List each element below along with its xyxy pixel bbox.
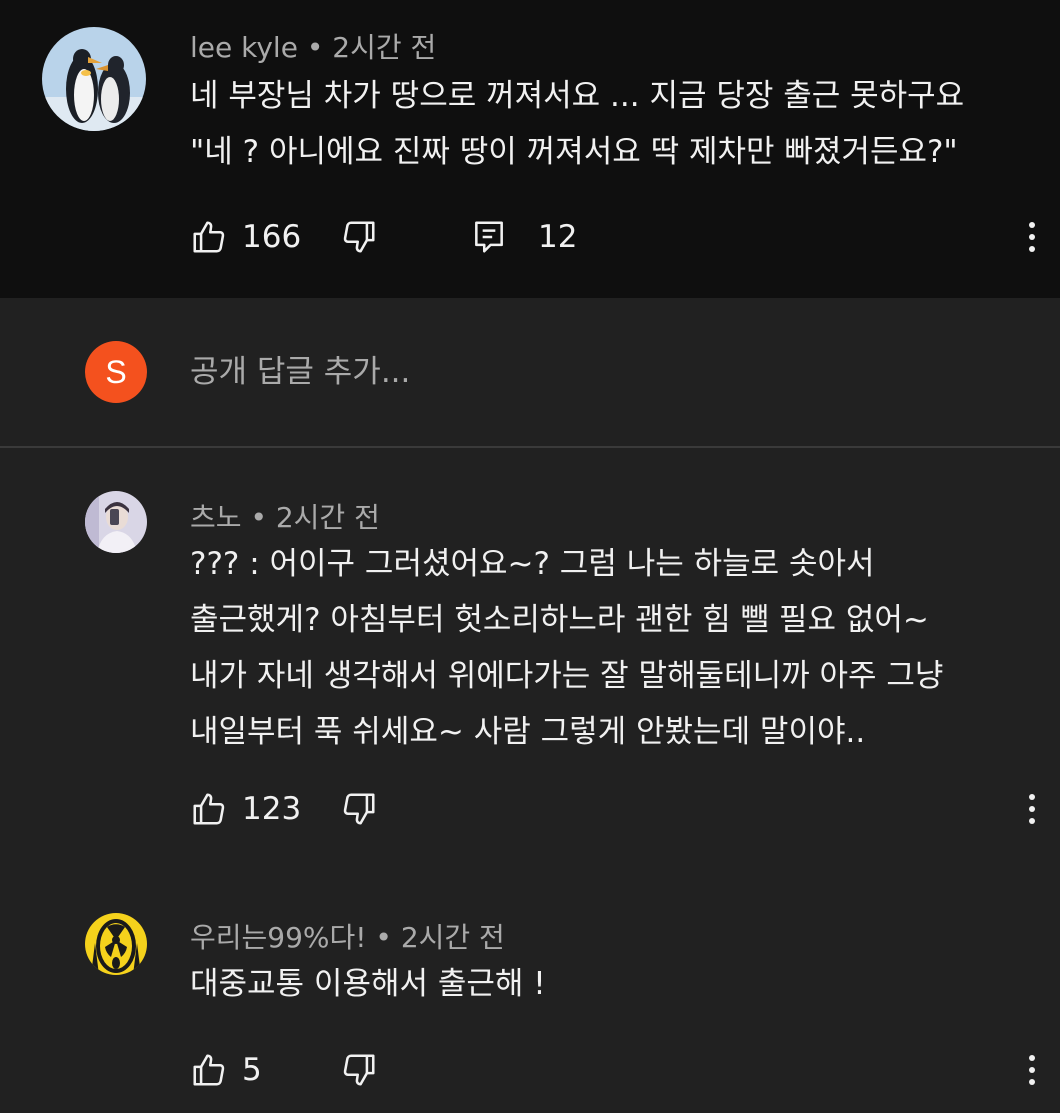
radiation-scream-avatar-icon — [85, 913, 147, 975]
like-button[interactable]: 5 — [190, 1040, 262, 1100]
thumbs-up-icon — [193, 221, 225, 253]
comment-text: 네 부장님 차가 땅으로 꺼져서요 ... 지금 당장 출근 못하구요 "네 ?… — [190, 78, 965, 170]
comment-author[interactable]: 츠노 — [190, 501, 242, 534]
thumbs-up-icon — [193, 793, 225, 825]
replies-button[interactable]: 12 — [470, 207, 577, 267]
top-comment: lee kyle • 2시간 전 네 부장님 차가 땅으로 꺼져서요 ... 지… — [0, 0, 1060, 298]
like-count: 5 — [242, 1052, 262, 1088]
dislike-button[interactable] — [340, 779, 378, 839]
comment-author[interactable]: 우리는99%다! — [190, 921, 367, 954]
add-reply-bar: S 공개 답글 추가... — [0, 298, 1060, 448]
person-selfie-avatar-icon — [85, 491, 147, 553]
comment-actions: 123 — [190, 779, 1040, 839]
like-count: 123 — [242, 791, 302, 827]
more-options-button[interactable] — [1017, 779, 1047, 839]
like-button[interactable]: 166 — [190, 207, 301, 267]
comment-text: ??? : 어이구 그러셨어요~? 그럼 나는 하늘로 솟아서 출근했게? 아침… — [190, 546, 944, 750]
thumbs-down-icon — [343, 1054, 375, 1086]
reply-input[interactable]: 공개 답글 추가... — [190, 346, 410, 391]
reply-count: 12 — [538, 219, 578, 255]
comment-author[interactable]: lee kyle — [190, 31, 298, 64]
comment-meta: lee kyle • 2시간 전 — [190, 26, 436, 66]
penguin-avatar-icon — [42, 27, 146, 131]
like-count: 166 — [242, 219, 302, 255]
comment-avatar[interactable] — [42, 27, 146, 131]
more-options-button[interactable] — [1017, 207, 1047, 267]
user-avatar-letter: S — [105, 353, 127, 390]
thumbs-down-icon — [343, 221, 375, 253]
comment-time: • 2시간 전 — [306, 31, 437, 64]
dislike-button[interactable] — [340, 1040, 378, 1100]
comment-avatar[interactable] — [85, 491, 147, 553]
comment-meta: 츠노 • 2시간 전 — [190, 496, 380, 536]
more-vert-icon — [1029, 222, 1035, 252]
replies-list: 츠노 • 2시간 전 ??? : 어이구 그러셨어요~? 그럼 나는 하늘로 솟… — [0, 448, 1060, 1113]
comment-text: 대중교통 이용해서 출근해 ! — [190, 966, 546, 1002]
comment-meta: 우리는99%다! • 2시간 전 — [190, 916, 505, 956]
comment-icon — [475, 221, 503, 253]
more-vert-icon — [1029, 1055, 1035, 1085]
thumbs-down-icon — [343, 793, 375, 825]
thumbs-up-icon — [193, 1054, 225, 1086]
more-vert-icon — [1029, 794, 1035, 824]
dislike-button[interactable] — [340, 207, 378, 267]
comment-time: • 2시간 전 — [375, 921, 505, 954]
more-options-button[interactable] — [1017, 1040, 1047, 1100]
comment-actions: 5 — [190, 1040, 1040, 1100]
comment-time: • 2시간 전 — [250, 501, 380, 534]
comment-avatar[interactable] — [85, 913, 147, 975]
like-button[interactable]: 123 — [190, 779, 301, 839]
user-avatar[interactable]: S — [85, 341, 147, 403]
comment-actions: 166 12 — [190, 207, 1040, 267]
